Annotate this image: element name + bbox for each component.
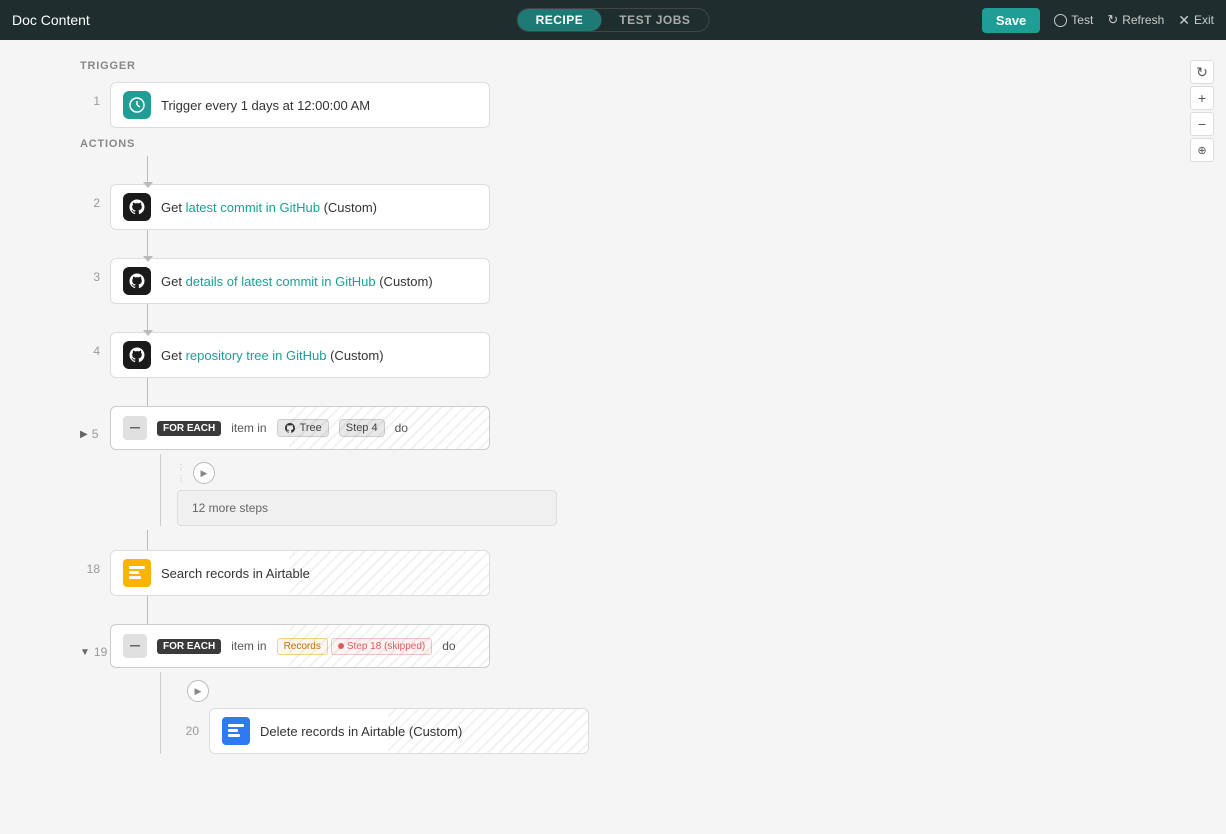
drag-handle-icon[interactable]: ⋮ ⋮ — [177, 463, 185, 483]
step-number-3: 3 — [80, 270, 110, 284]
step-row-1: 1 Trigger every 1 days at 12:00:00 AM — [80, 82, 1166, 128]
zoom-refresh-button[interactable]: ↻ — [1190, 60, 1214, 84]
step-row-20: 20 Delete records in Airtable (Custom) — [179, 708, 589, 754]
foreach-do-19: do — [442, 639, 455, 653]
topbar: Doc Content RECIPE TEST JOBS Save Test ↻… — [0, 0, 1226, 40]
step-20-text: Delete records in Airtable (Custom) — [260, 724, 462, 739]
step-3-text: Get details of latest commit in GitHub (… — [161, 274, 433, 289]
step-3-link[interactable]: details of latest commit in GitHub — [186, 274, 376, 289]
tab-recipe[interactable]: RECIPE — [518, 9, 602, 31]
foreach-inner-19: ▶ 20 — [147, 672, 1166, 754]
inner-arrow-19: ▶ — [187, 680, 589, 702]
foreach-badge-19: FOR EACH — [157, 639, 221, 654]
step-number-4: 4 — [80, 344, 110, 358]
connector-18-19 — [147, 596, 1166, 624]
connector-1-2 — [147, 156, 1166, 184]
step-row-19: ▼ 19 FOR EACH item in Records Step 18 (s… — [80, 624, 1166, 668]
exit-button[interactable]: ✕ Exit — [1178, 12, 1214, 29]
step-2-link[interactable]: latest commit in GitHub — [186, 200, 320, 215]
step-number-1: 1 — [80, 94, 110, 108]
step-block-19[interactable]: FOR EACH item in Records Step 18 (skippe… — [110, 624, 490, 668]
foreach-step-pill-5: Step 4 — [339, 419, 385, 437]
step-row-4: 4 Get repository tree in GitHub (Custom) — [80, 332, 1166, 378]
test-icon — [1054, 14, 1067, 27]
zoom-out-button[interactable]: − — [1190, 112, 1214, 136]
step-4-link[interactable]: repository tree in GitHub — [186, 348, 327, 363]
step-2-text: Get latest commit in GitHub (Custom) — [161, 200, 377, 215]
github-icon-2 — [123, 193, 151, 221]
step-number-5: ▶ 5 — [80, 427, 110, 441]
zoom-reset-button[interactable]: ⊕ — [1190, 138, 1214, 162]
skipped-pill-19: Step 18 (skipped) — [331, 638, 432, 655]
step-block-2[interactable]: Get latest commit in GitHub (Custom) — [110, 184, 490, 230]
clock-icon — [123, 91, 151, 119]
step-4-text: Get repository tree in GitHub (Custom) — [161, 348, 384, 363]
step-number-20: 20 — [179, 724, 209, 738]
step-block-5[interactable]: FOR EACH item in Tree Step 4 do — [110, 406, 490, 450]
test-button[interactable]: Test — [1054, 13, 1093, 27]
drag-handle-area: ⋮ ⋮ ▶ — [177, 462, 557, 484]
foreach-inner-line-19 — [160, 672, 161, 754]
topbar-actions: Save Test ↻ Refresh ✕ Exit — [982, 8, 1214, 33]
tab-switcher: RECIPE TEST JOBS — [517, 8, 710, 32]
step-row-18: 18 Search records in Airtable — [80, 550, 1166, 596]
step-block-4[interactable]: Get repository tree in GitHub (Custom) — [110, 332, 490, 378]
airtable-icon-18 — [123, 559, 151, 587]
exit-icon: ✕ — [1178, 12, 1190, 29]
foreach-toggle-5[interactable]: ▶ — [80, 429, 88, 440]
actions-section: ACTIONS 2 Get latest commit in GitHub (C… — [80, 138, 1166, 754]
trigger-section: TRIGGER 1 Trigger every 1 days at 12:00:… — [80, 60, 1166, 128]
step-18-text: Search records in Airtable — [161, 566, 310, 581]
more-steps-block: 12 more steps — [177, 490, 557, 526]
step-row-2: 2 Get latest commit in GitHub (Custom) — [80, 184, 1166, 230]
foreach-badge-5: FOR EACH — [157, 421, 221, 436]
app-title: Doc Content — [12, 12, 90, 28]
step-block-3[interactable]: Get details of latest commit in GitHub (… — [110, 258, 490, 304]
foreach-inner-line-5 — [160, 454, 161, 526]
step-block-20[interactable]: Delete records in Airtable (Custom) — [209, 708, 589, 754]
step-number-2: 2 — [80, 196, 110, 210]
tab-test-jobs[interactable]: TEST JOBS — [601, 9, 708, 31]
step-1-text: Trigger every 1 days at 12:00:00 AM — [161, 98, 370, 113]
foreach-collapse-icon-5[interactable] — [123, 416, 147, 440]
airtable-icon-20 — [222, 717, 250, 745]
foreach-pills-19: Records Step 18 (skipped) — [277, 638, 433, 655]
step-row-3: 3 Get details of latest commit in GitHub… — [80, 258, 1166, 304]
skipped-dot — [338, 643, 344, 649]
foreach-item-in-5: item in — [231, 421, 266, 435]
foreach-inner-content-19: ▶ 20 — [161, 672, 589, 754]
step-number-18: 18 — [80, 562, 110, 576]
connector-3-4 — [147, 304, 1166, 332]
foreach-do-5: do — [395, 421, 408, 435]
foreach-inner-content-5: ⋮ ⋮ ▶ 12 more steps — [177, 454, 557, 526]
step-block-18[interactable]: Search records in Airtable — [110, 550, 490, 596]
actions-label: ACTIONS — [80, 138, 1166, 150]
records-pill-19: Records — [277, 638, 328, 655]
zoom-controls: ↻ + − ⊕ — [1190, 60, 1214, 162]
foreach-item-in-19: item in — [231, 639, 266, 653]
foreach-collapse-icon-19[interactable] — [123, 634, 147, 658]
foreach-inner-5: ⋮ ⋮ ▶ 12 more steps — [147, 454, 1166, 526]
trigger-label: TRIGGER — [80, 60, 1166, 72]
zoom-in-button[interactable]: + — [1190, 86, 1214, 110]
connector-4-5 — [147, 378, 1166, 406]
foreach-toggle-19[interactable]: ▼ — [80, 647, 90, 658]
step-row-5: ▶ 5 FOR EACH item in Tree Step 4 do — [80, 406, 1166, 450]
foreach-pill-5: Tree — [277, 419, 329, 437]
inner-arrow-icon-19: ▶ — [187, 680, 209, 702]
connector-5-18 — [147, 530, 1166, 550]
step-block-1[interactable]: Trigger every 1 days at 12:00:00 AM — [110, 82, 490, 128]
github-icon-3 — [123, 267, 151, 295]
inner-arrow-icon: ▶ — [193, 462, 215, 484]
github-icon-4 — [123, 341, 151, 369]
refresh-icon: ↻ — [1107, 12, 1118, 28]
recipe-canvas: ↻ + − ⊕ TRIGGER 1 Trigger every 1 days a… — [0, 40, 1226, 834]
refresh-button[interactable]: ↻ Refresh — [1107, 12, 1164, 28]
step-number-19: ▼ 19 — [80, 645, 110, 659]
save-button[interactable]: Save — [982, 8, 1040, 33]
connector-2-3 — [147, 230, 1166, 258]
